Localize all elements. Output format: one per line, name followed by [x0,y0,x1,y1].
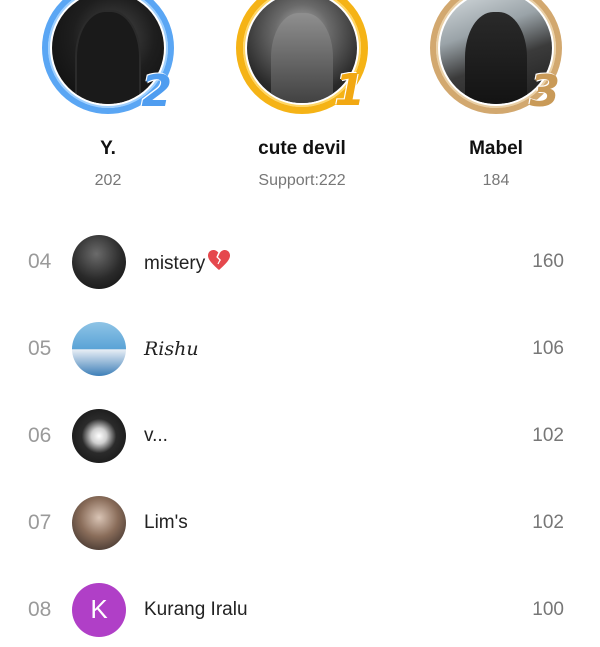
list-item[interactable]: 04 mistery 160 [0,218,600,305]
avatar[interactable] [72,234,126,289]
podium-score: 202 [94,172,122,189]
score: 100 [532,598,564,620]
gold-medal-ring: 1 [236,0,368,114]
podium-name: cute devil [258,138,346,159]
podium-name: Y. [100,138,116,159]
rank-number: 05 [28,336,52,360]
rank-number: 08 [28,597,52,621]
score: 106 [532,337,564,359]
avatar[interactable] [72,495,126,550]
broken-heart-icon [208,249,231,270]
rank-number: 06 [28,423,52,447]
list-item[interactable]: 07 Lim's 102 [0,479,600,566]
user-name: v... [144,424,168,446]
rank-number: 04 [28,249,52,273]
score: 102 [532,424,564,446]
top-three-podium: 2 Y. 202 1 cute devil Support:222 3 Mabe… [0,0,600,210]
silver-medal-ring: 2 [42,0,174,114]
user-name: mistery [144,249,231,275]
avatar[interactable] [72,408,126,463]
podium-score: 184 [482,172,510,189]
list-item[interactable]: 06 v... 102 [0,392,600,479]
list-item[interactable]: 08 K Kurang Iralu 100 [0,566,600,647]
podium-score: Support:222 [258,172,346,189]
bronze-medal-ring: 3 [430,0,562,114]
avatar[interactable] [72,321,126,376]
podium-name: Mabel [469,138,523,159]
leaderboard: 2 Y. 202 1 cute devil Support:222 3 Mabe… [0,0,600,647]
rank-badge: 2 [141,66,172,117]
score: 160 [532,250,564,272]
user-name: Rishu [144,337,199,360]
rank-number: 07 [28,510,52,534]
score: 102 [532,511,564,533]
rank-badge: 3 [529,66,560,117]
list-item[interactable]: 05 Rishu 106 [0,305,600,392]
rank-badge: 1 [334,65,365,116]
user-name: Kurang Iralu [144,598,248,620]
avatar-letter[interactable]: K [72,582,126,637]
user-name: Lim's [144,511,188,533]
ranking-list: 04 mistery 160 05 Rishu 106 06 v... 102 … [0,218,600,647]
